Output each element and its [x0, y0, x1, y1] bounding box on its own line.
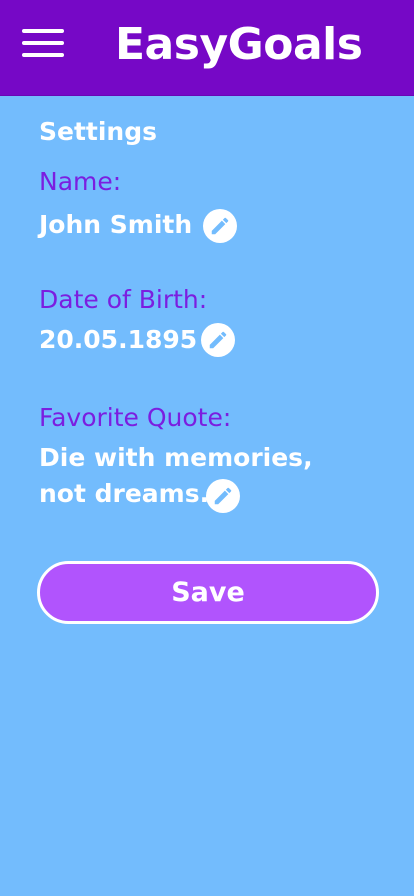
birth-value: 20.05.1895 — [39, 325, 198, 354]
edit-name-button[interactable] — [203, 209, 237, 243]
hamburger-menu-icon[interactable] — [22, 27, 64, 59]
name-value: John Smith — [39, 210, 193, 239]
menu-bar — [22, 53, 64, 57]
edit-quote-button[interactable] — [206, 479, 240, 513]
name-label: Name: — [39, 167, 122, 196]
menu-bar — [22, 29, 64, 33]
settings-title: Settings — [39, 117, 158, 146]
pencil-icon — [209, 331, 227, 349]
app-header: EasyGoals — [0, 0, 414, 96]
pencil-icon — [214, 487, 232, 505]
save-button[interactable]: Save — [37, 561, 379, 624]
quote-value-line2: not dreams. — [39, 479, 210, 508]
app-title: EasyGoals — [115, 19, 363, 70]
menu-bar — [22, 41, 64, 45]
birth-label: Date of Birth: — [39, 285, 208, 314]
quote-label: Favorite Quote: — [39, 403, 232, 432]
pencil-icon — [211, 217, 229, 235]
edit-birth-button[interactable] — [201, 323, 235, 357]
quote-value-line1: Die with memories, — [39, 443, 313, 472]
